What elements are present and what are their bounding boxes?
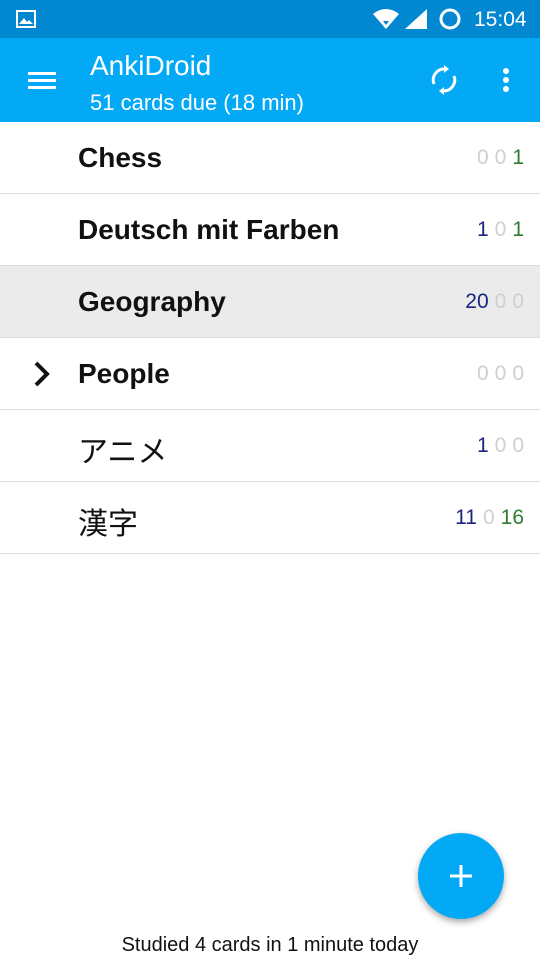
learn-count: 0 <box>494 218 507 241</box>
learn-count: 0 <box>482 506 495 529</box>
app-title: AnkiDroid <box>90 50 212 81</box>
learn-count: 0 <box>494 290 507 313</box>
deck-due-counts: 20 0 0 <box>459 290 524 314</box>
new-count: 0 <box>476 146 489 169</box>
learn-count: 0 <box>494 434 507 457</box>
deck-due-counts: 11 0 16 <box>449 506 524 530</box>
new-count: 1 <box>476 218 489 241</box>
new-count: 1 <box>476 434 489 457</box>
deck-due-counts: 001 <box>471 146 524 170</box>
more-vertical-icon[interactable] <box>494 62 518 98</box>
signal-icon <box>405 9 427 29</box>
deck-name: Chess <box>78 142 163 173</box>
new-count: 20 <box>465 290 489 313</box>
deck-row[interactable]: 漢字 11 0 16 <box>0 482 540 554</box>
new-count: 11 <box>455 506 477 529</box>
deck-due-counts: 101 <box>471 218 524 242</box>
review-count: 0 <box>512 362 524 385</box>
deck-name: アニメ <box>78 436 168 469</box>
chevron-right-icon[interactable] <box>30 360 54 388</box>
deck-row[interactable]: People 0 0 0 <box>0 338 540 410</box>
gallery-icon <box>16 10 36 28</box>
sync-icon[interactable] <box>426 62 462 98</box>
due-cards-subtitle: 51 cards due (18 min) <box>90 90 304 115</box>
sync-status-icon <box>439 8 461 30</box>
add-button[interactable] <box>418 833 504 919</box>
review-count: 16 <box>500 506 524 529</box>
new-count: 0 <box>476 362 489 385</box>
deck-due-counts: 100 <box>471 434 524 458</box>
review-count: 1 <box>512 218 524 241</box>
deck-name: Deutsch mit Farben <box>78 214 340 245</box>
deck-row[interactable]: Deutsch mit Farben 1 0 1 <box>0 194 540 266</box>
menu-icon[interactable] <box>22 64 62 96</box>
learn-count: 0 <box>494 146 507 169</box>
plus-icon <box>450 865 472 887</box>
wifi-icon <box>373 9 399 29</box>
deck-name: 漢字 <box>78 508 138 541</box>
deck-name: People <box>78 358 170 389</box>
learn-count: 0 <box>494 362 507 385</box>
deck-row[interactable]: アニメ 1 0 0 <box>0 410 540 482</box>
deck-name: Geography <box>78 286 226 317</box>
deck-row[interactable]: Chess 0 0 1 <box>0 122 540 194</box>
status-time: 15:04 <box>474 8 527 31</box>
status-bar: 15:04 <box>0 0 540 38</box>
studied-summary: Studied 4 cards in 1 minute today <box>121 934 419 956</box>
deck-list: Chess 0 0 1 Deutsch mit Farben 1 0 1 Geography 20… <box>0 122 540 554</box>
review-count: 0 <box>512 434 524 457</box>
app-bar: AnkiDroid 51 cards due (18 min) <box>0 38 540 122</box>
review-count: 1 <box>512 146 524 169</box>
deck-due-counts: 000 <box>471 362 524 386</box>
deck-row[interactable]: Geography 20 0 0 <box>0 266 540 338</box>
review-count: 0 <box>512 290 524 313</box>
